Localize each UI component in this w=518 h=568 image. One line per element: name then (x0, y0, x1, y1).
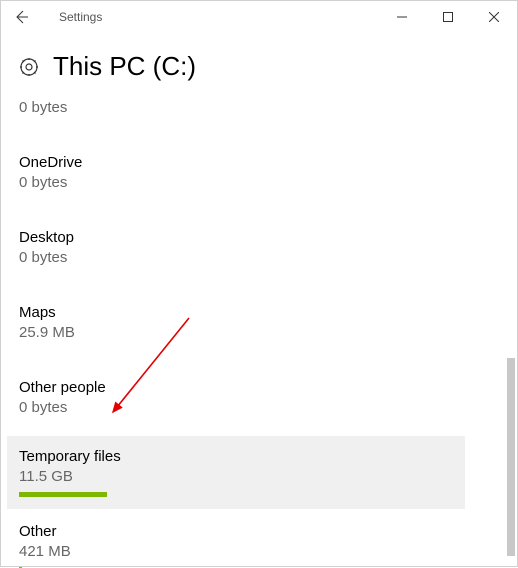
item-name: Temporary files (19, 447, 447, 467)
storage-item-mail[interactable]: Mail 0 bytes (1, 96, 503, 130)
item-size: 421 MB (19, 542, 485, 562)
item-name: Other people (19, 378, 485, 398)
storage-item-other-people[interactable]: Other people 0 bytes (1, 367, 503, 430)
item-name: OneDrive (19, 153, 485, 173)
item-name: Other (19, 522, 485, 542)
back-button[interactable] (1, 1, 41, 33)
item-name: Maps (19, 303, 485, 323)
item-size: 11.5 GB (19, 467, 447, 487)
storage-item-onedrive[interactable]: OneDrive 0 bytes (1, 142, 503, 205)
item-size: 0 bytes (19, 398, 485, 418)
maximize-button[interactable] (425, 1, 471, 33)
page-header: This PC (C:) (1, 33, 517, 96)
storage-item-other[interactable]: Other 421 MB (1, 511, 503, 568)
page-title: This PC (C:) (53, 51, 196, 82)
item-size: 0 bytes (19, 173, 485, 193)
storage-list[interactable]: Mail 0 bytes OneDrive 0 bytes Desktop 0 … (1, 96, 503, 568)
window-controls (379, 1, 517, 33)
storage-item-desktop[interactable]: Desktop 0 bytes (1, 217, 503, 280)
close-icon (489, 12, 499, 22)
titlebar: Settings (1, 1, 517, 33)
minimize-icon (397, 12, 407, 22)
item-size: 0 bytes (19, 98, 485, 118)
gear-icon (19, 57, 39, 77)
storage-item-temporary-files[interactable]: Temporary files 11.5 GB (7, 436, 465, 509)
item-size: 25.9 MB (19, 323, 485, 343)
item-name: Desktop (19, 228, 485, 248)
scrollbar-thumb[interactable] (507, 358, 515, 556)
storage-item-maps[interactable]: Maps 25.9 MB (1, 292, 503, 355)
close-button[interactable] (471, 1, 517, 33)
scrollbar[interactable] (507, 96, 515, 558)
item-size: 0 bytes (19, 248, 485, 268)
item-usage-bar (19, 492, 107, 497)
minimize-button[interactable] (379, 1, 425, 33)
content-area: Mail 0 bytes OneDrive 0 bytes Desktop 0 … (1, 96, 517, 568)
maximize-icon (443, 12, 453, 22)
back-arrow-icon (13, 9, 29, 25)
window-title: Settings (59, 10, 102, 24)
